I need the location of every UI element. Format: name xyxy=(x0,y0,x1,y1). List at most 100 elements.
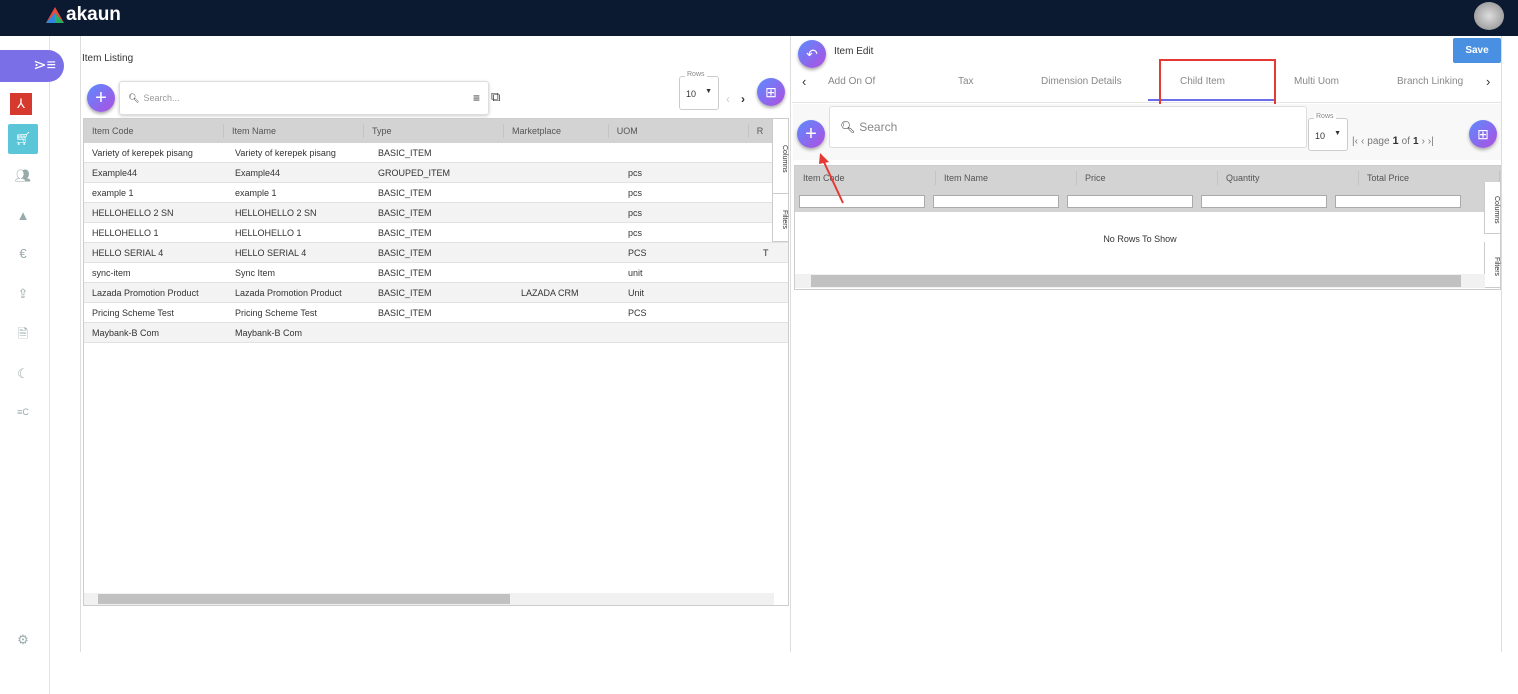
user-avatar[interactable] xyxy=(1474,2,1504,30)
menu-icon: ⋗≡ xyxy=(33,57,56,74)
next-page-icon[interactable]: › xyxy=(741,92,745,106)
tab-add-on-of[interactable]: Add On Of xyxy=(828,76,875,87)
item-grid: Item Code Item Name Type Marketplace UOM R Va… xyxy=(83,118,789,606)
table-row[interactable]: sync-item Sync Item BASIC_ITEM unit xyxy=(84,263,788,283)
last-page-icon[interactable]: ›| xyxy=(1428,136,1434,147)
gear-icon[interactable]: ⚙ xyxy=(12,629,34,651)
table-cell: Example44 xyxy=(92,168,138,178)
ec-icon[interactable]: ≡C xyxy=(12,401,34,423)
table-cell xyxy=(513,163,620,182)
table-cell: HELLOHELLO 1 xyxy=(92,228,159,238)
table-row[interactable]: Example44 Example44 GROUPED_ITEM pcs xyxy=(84,163,788,183)
grid-view-button[interactable]: ⊞ xyxy=(757,78,785,106)
table-cell: LAZADA CRM xyxy=(521,288,579,298)
table-row[interactable]: HELLOHELLO 2 SN HELLOHELLO 2 SN BASIC_ITEM… xyxy=(84,203,788,223)
upload-icon[interactable]: ⇪ xyxy=(12,283,34,305)
table-cell: HELLO SERIAL 4 xyxy=(92,248,164,258)
table-cell xyxy=(513,223,620,242)
table-cell: BASIC_ITEM xyxy=(378,248,432,258)
cart-icon[interactable]: 🛒︎ xyxy=(8,124,38,154)
rows-label: Rows xyxy=(685,71,707,78)
prev-page-icon[interactable]: ‹ xyxy=(726,92,730,106)
column-header[interactable]: Item Name xyxy=(936,171,1077,185)
column-header[interactable]: UOM xyxy=(609,124,749,138)
table-cell xyxy=(620,323,763,342)
tab-multi-uom[interactable]: Multi Uom xyxy=(1294,76,1339,87)
child-search-box[interactable]: 🔍︎ Search xyxy=(829,106,1307,148)
table-cell: example 1 xyxy=(235,188,277,198)
menu-toggle-button[interactable]: ⋗≡ xyxy=(0,50,64,82)
page-title: Item Listing xyxy=(82,53,134,64)
search-icon: 🔍︎ xyxy=(128,92,140,103)
column-filter-input[interactable] xyxy=(933,194,1059,208)
column-header[interactable]: Item Name xyxy=(224,124,364,138)
users-icon[interactable]: 👥︎ xyxy=(12,165,34,187)
table-cell xyxy=(513,143,620,162)
next-page-icon[interactable]: › xyxy=(1422,136,1425,147)
column-filter-input[interactable] xyxy=(1335,194,1461,208)
first-page-icon[interactable]: |‹ xyxy=(1352,136,1358,147)
column-filter-input[interactable] xyxy=(1067,194,1193,208)
add-item-button[interactable]: + xyxy=(87,84,115,112)
table-cell: GROUPED_ITEM xyxy=(378,168,451,178)
settings-cycle-icon[interactable]: ☾ xyxy=(12,363,34,385)
columns-tool[interactable]: Columns xyxy=(772,119,788,194)
table-cell xyxy=(370,323,513,342)
table-cell: Example44 xyxy=(235,168,281,178)
prev-page-icon[interactable]: ‹ xyxy=(1361,136,1364,147)
table-row[interactable]: HELLOHELLO 1 HELLOHELLO 1 BASIC_ITEM pcs xyxy=(84,223,788,243)
table-row[interactable]: HELLO SERIAL 4 HELLO SERIAL 4 BASIC_ITEM PC… xyxy=(84,243,788,263)
column-header[interactable]: Marketplace xyxy=(504,124,609,138)
filters-tool[interactable]: Filters xyxy=(772,194,788,242)
table-row[interactable]: Lazada Promotion Product Lazada Promotion… xyxy=(84,283,788,303)
horizontal-scrollbar[interactable] xyxy=(84,593,774,605)
app-logo-icon[interactable]: ⅄ xyxy=(10,93,32,115)
table-cell: T xyxy=(763,248,769,258)
table-cell: PCS xyxy=(628,248,647,258)
table-cell: Maybank-B Com xyxy=(235,328,303,338)
table-row[interactable]: example 1 example 1 BASIC_ITEM pcs xyxy=(84,183,788,203)
filters-tool[interactable]: Filters xyxy=(1484,242,1500,288)
table-row[interactable]: Maybank-B Com Maybank-B Com xyxy=(84,323,788,343)
horizontal-scrollbar[interactable] xyxy=(795,274,1485,288)
column-header[interactable]: Item Code xyxy=(84,124,224,138)
tab-dimension-details[interactable]: Dimension Details xyxy=(1041,76,1122,87)
brand-name: akaun xyxy=(66,4,121,25)
of-word: of xyxy=(1401,136,1410,147)
grid-view-button[interactable]: ⊞ xyxy=(1469,120,1497,148)
child-search-input[interactable]: Search xyxy=(859,120,897,134)
filter-icon[interactable]: ≡ xyxy=(473,91,480,105)
shapes-icon[interactable]: ▲ xyxy=(12,205,34,227)
euro-icon[interactable]: € xyxy=(12,243,34,265)
rows-select[interactable]: Rows 10 ▼ xyxy=(679,71,719,110)
tabs-next-icon[interactable]: › xyxy=(1486,74,1490,89)
column-header[interactable]: Type xyxy=(364,124,504,138)
column-header[interactable]: Price xyxy=(1077,171,1218,185)
save-button[interactable]: Save xyxy=(1453,38,1501,63)
tab-tax[interactable]: Tax xyxy=(958,76,974,87)
document-icon[interactable]: 🗎︎ xyxy=(12,323,34,345)
akaun-logo[interactable]: akaun xyxy=(46,4,121,26)
column-filter-input[interactable] xyxy=(1201,194,1327,208)
column-header[interactable]: Total Price xyxy=(1359,171,1500,185)
add-child-item-button[interactable]: + xyxy=(797,120,825,148)
columns-tool[interactable]: Columns xyxy=(1484,182,1500,234)
copy-icon[interactable]: ⧉ xyxy=(491,89,500,105)
item-listing-panel: Item Listing + 🔍︎ Search... ≡ ⧉ Rows 10 … xyxy=(80,36,791,652)
table-row[interactable]: Pricing Scheme Test Pricing Scheme Test BA… xyxy=(84,303,788,323)
table-row[interactable]: Variety of kerepek pisang Variety of kere… xyxy=(84,143,788,163)
table-cell: BASIC_ITEM xyxy=(378,188,432,198)
table-cell xyxy=(513,183,620,202)
search-input[interactable]: Search... xyxy=(143,93,469,103)
child-rows-select[interactable]: Rows 10 ▼ xyxy=(1308,113,1348,151)
table-cell xyxy=(513,203,620,222)
back-button[interactable]: ↶ xyxy=(798,40,826,68)
column-header[interactable]: Quantity xyxy=(1218,171,1359,185)
table-cell: HELLO SERIAL 4 xyxy=(235,248,307,258)
tabs-prev-icon[interactable]: ‹ xyxy=(802,74,806,89)
rows-label: Rows xyxy=(1314,113,1336,120)
table-cell: pcs xyxy=(628,208,643,218)
search-box[interactable]: 🔍︎ Search... ≡ xyxy=(119,81,489,115)
tab-branch-linking[interactable]: Branch Linking xyxy=(1397,76,1463,87)
table-cell: Sync Item xyxy=(235,268,276,278)
